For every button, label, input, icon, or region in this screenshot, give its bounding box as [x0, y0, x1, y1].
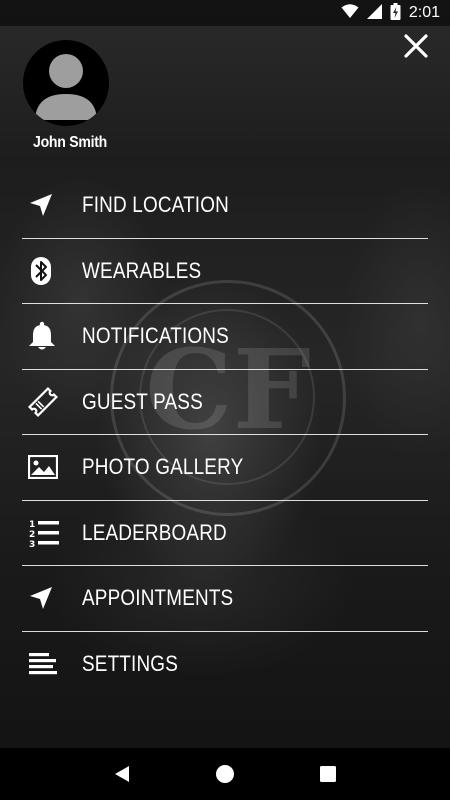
numbered-list-icon: 123: [22, 513, 72, 553]
menu-item-notifications[interactable]: NOTIFICATIONS: [22, 304, 428, 370]
battery-icon: [390, 2, 401, 24]
menu-item-label: APPOINTMENTS: [82, 585, 234, 611]
recents-button[interactable]: [308, 754, 348, 794]
menu-item-wearables[interactable]: WEARABLES: [22, 239, 428, 304]
nav-menu: FIND LOCATION WEARABLES NOTIFICATIONS GU…: [22, 173, 428, 696]
menu-item-label: PHOTO GALLERY: [82, 454, 244, 480]
status-bar: 2:01: [0, 0, 450, 26]
svg-text:2: 2: [29, 530, 35, 540]
menu-item-label: GUEST PASS: [82, 388, 203, 414]
menu-item-label: NOTIFICATIONS: [82, 323, 229, 349]
menu-item-label: WEARABLES: [82, 257, 202, 283]
user-name: John Smith: [33, 134, 108, 151]
home-button[interactable]: [205, 754, 245, 794]
menu-item-find-location[interactable]: FIND LOCATION: [22, 173, 428, 239]
wifi-icon: [341, 3, 359, 23]
svg-text:1: 1: [29, 520, 35, 530]
navigation-arrow-icon: [22, 578, 72, 618]
signal-icon: [366, 3, 382, 23]
menu-item-leaderboard[interactable]: 123 LEADERBOARD: [22, 501, 428, 566]
user-silhouette-icon: [35, 54, 97, 120]
navigation-arrow-icon: [22, 185, 72, 225]
image-icon: [22, 447, 72, 487]
close-button[interactable]: [398, 28, 434, 64]
recents-square-icon: [320, 766, 337, 782]
menu-item-label: SETTINGS: [82, 650, 178, 676]
bluetooth-icon: [22, 251, 72, 291]
bell-icon: [22, 316, 72, 356]
menu-item-settings[interactable]: SETTINGS: [22, 632, 428, 697]
close-icon: [404, 34, 428, 58]
menu-item-label: LEADERBOARD: [82, 519, 227, 545]
svg-text:3: 3: [29, 540, 35, 548]
app-screen: CF 2:01 John Smith FIND LOCATION WEARABL…: [0, 0, 450, 800]
menu-item-appointments[interactable]: APPOINTMENTS: [22, 566, 428, 632]
ticket-icon: [22, 382, 72, 422]
menu-item-guest-pass[interactable]: GUEST PASS: [22, 370, 428, 435]
text-lines-icon: [22, 644, 72, 684]
menu-item-photo-gallery[interactable]: PHOTO GALLERY: [22, 435, 428, 501]
system-nav-bar: [0, 748, 450, 800]
clock: 2:01: [408, 4, 440, 21]
avatar[interactable]: [23, 40, 109, 126]
menu-item-label: FIND LOCATION: [82, 192, 229, 218]
back-triangle-icon: [114, 766, 129, 782]
back-button[interactable]: [102, 754, 142, 794]
home-circle-icon: [215, 765, 234, 783]
